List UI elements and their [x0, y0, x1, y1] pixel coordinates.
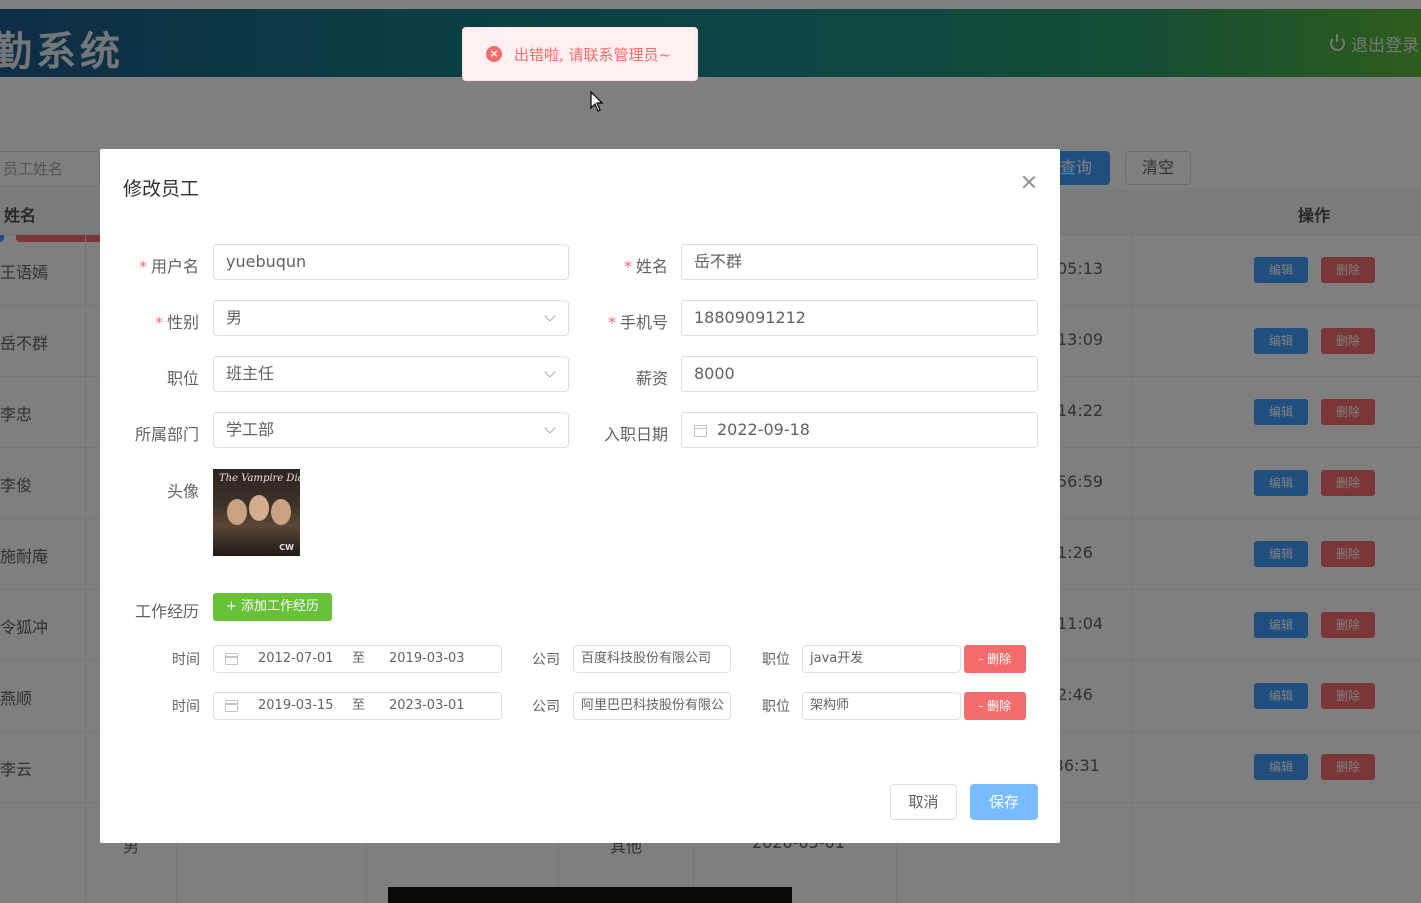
edit-employee-dialog: 修改员工 * 用户名 yuebuqun * 姓名 岳不群 * 性别 男 * 手机号 18… [100, 149, 1060, 843]
exp-delete-button[interactable]: - 删除 [964, 645, 1026, 673]
exp-company-input[interactable]: 阿里巴巴科技股份有限公 [573, 692, 731, 720]
exp-start-date: 2012-07-01 [258, 651, 334, 666]
avatar-upload-image[interactable]: The Vampire Diaries CW [213, 469, 300, 556]
username-input[interactable]: yuebuqun [213, 244, 569, 280]
job-label: 职位 [166, 369, 199, 388]
add-experience-button[interactable]: + 添加工作经历 [213, 593, 332, 621]
dialog-title: 修改员工 [123, 178, 200, 200]
poster-face [271, 499, 291, 525]
error-toast: × 出错啦, 请联系管理员~ [462, 27, 698, 81]
dept-label: 所属部门 [134, 425, 199, 444]
name-label: * 姓名 [623, 257, 668, 276]
poster-face [227, 499, 247, 525]
exp-position-input[interactable]: 架构师 [802, 692, 961, 720]
gender-label: * 性别 [154, 313, 199, 332]
calendar-icon [225, 700, 238, 712]
range-separator: 至 [352, 651, 366, 666]
job-select[interactable]: 班主任 [213, 356, 569, 392]
cancel-button[interactable]: 取消 [890, 784, 957, 820]
phone-label: * 手机号 [607, 313, 668, 332]
exp-position-label: 职位 [762, 699, 790, 715]
gender-select[interactable]: 男 [213, 300, 569, 336]
entry-date-label: 入职日期 [603, 425, 668, 444]
exp-position-input[interactable]: java开发 [802, 645, 961, 673]
salary-label: 薪资 [635, 369, 668, 388]
experience-label: 工作经历 [134, 602, 199, 621]
toast-message: 出错啦, 请联系管理员~ [514, 45, 672, 64]
entry-date-picker[interactable]: 2022-09-18 [681, 412, 1038, 448]
name-input[interactable]: 岳不群 [681, 244, 1038, 280]
calendar-icon [694, 424, 707, 437]
phone-input[interactable]: 18809091212 [681, 300, 1038, 336]
exp-start-date: 2019-03-15 [258, 698, 334, 713]
exp-company-input[interactable]: 百度科技股份有限公司 [573, 645, 731, 673]
exp-delete-button[interactable]: - 删除 [964, 692, 1026, 720]
save-button[interactable]: 保存 [970, 784, 1038, 820]
exp-position-label: 职位 [762, 652, 790, 668]
chevron-down-icon [544, 310, 556, 322]
range-separator: 至 [352, 698, 366, 713]
exp-time-label: 时间 [172, 699, 200, 715]
exp-date-range[interactable]: 2012-07-01 至 2019-03-03 [213, 645, 502, 673]
exp-time-label: 时间 [172, 652, 200, 668]
dept-select[interactable]: 学工部 [213, 412, 569, 448]
poster-face [249, 495, 269, 521]
calendar-icon [225, 653, 238, 665]
close-icon[interactable] [1020, 173, 1038, 191]
error-icon: × [486, 46, 502, 62]
exp-company-label: 公司 [532, 652, 560, 668]
exp-company-label: 公司 [532, 699, 560, 715]
avatar-label: 头像 [166, 482, 199, 501]
chevron-down-icon [544, 422, 556, 434]
exp-date-range[interactable]: 2019-03-15 至 2023-03-01 [213, 692, 502, 720]
exp-end-date: 2023-03-01 [389, 698, 465, 713]
chevron-down-icon [544, 366, 556, 378]
salary-input[interactable]: 8000 [681, 356, 1038, 392]
exp-end-date: 2019-03-03 [389, 651, 465, 666]
poster-title: The Vampire Diaries [219, 473, 300, 484]
username-label: * 用户名 [138, 257, 199, 276]
poster-badge: CW [279, 543, 294, 552]
